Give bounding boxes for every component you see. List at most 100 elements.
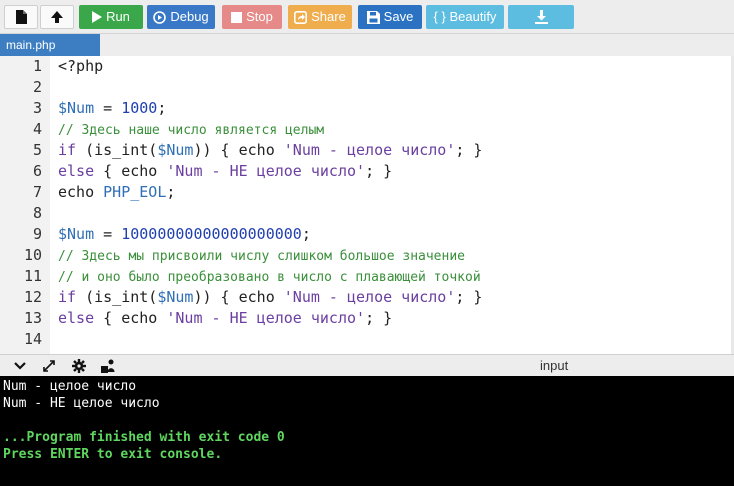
console-output[interactable]: Num - целое число Num - НЕ целое число...… [0,376,734,486]
line-number: 5 [32,141,42,159]
token-kw1: if [58,288,77,306]
token-p1: { echo [94,309,167,327]
console-line: ...Program finished with exit code 0 [3,430,285,445]
code-line[interactable]: 2 [0,77,734,98]
share-icon [294,10,308,24]
save-button[interactable]: Save [358,5,422,29]
code-line[interactable]: 11 // и оно было преобразовано в число с … [0,266,734,287]
token-str: 'Num - целое число' [283,288,456,306]
code-line[interactable]: 14 [0,329,734,350]
code-line[interactable]: 7 echo PHP_EOL; [0,182,734,203]
save-label: Save [383,9,414,24]
chevron-down-icon[interactable] [12,358,28,374]
line-number: 7 [32,183,42,201]
code-line[interactable]: 8 [0,203,734,224]
token-num-val: 1000 [121,99,158,117]
token-end: ; [301,225,311,243]
token-kw1: else [58,162,95,180]
beautify-label: { } Beautify [433,9,497,24]
code-line[interactable]: 6 else { echo 'Num - НЕ целое число'; } [0,161,734,182]
play-icon [92,11,103,23]
expand-icon[interactable] [41,358,57,374]
upload-icon [51,11,63,23]
beautify-button[interactable]: { } Beautify [426,5,504,29]
run-button[interactable]: Run [79,5,143,29]
stop-button[interactable]: Stop [222,5,282,29]
line-number: 9 [32,225,42,243]
line-number: 4 [32,120,42,138]
token-str: 'Num - целое число' [283,141,456,159]
token-code: <?php [58,57,104,75]
token-end: ; } [365,162,393,180]
save-icon [366,10,380,24]
token-var: $Num [157,141,194,159]
token-op: = [94,225,122,243]
token-var: $Num [58,99,95,117]
line-number: 6 [32,162,42,180]
gear-icon[interactable] [71,358,87,374]
stdin-user-icon[interactable] [100,358,116,374]
code-line[interactable]: 5 if (is_int($Num)) { echo 'Num - целое ч… [0,140,734,161]
line-number: 11 [23,267,42,285]
token-p1: (is_int( [76,288,158,306]
line-code: if (is_int($Num)) { echo 'Num - целое чи… [58,140,482,161]
line-code: // Здесь мы присвоили числу слишком боль… [58,245,465,267]
token-p1: { echo [94,162,167,180]
token-p2: )) { echo [193,288,284,306]
line-number: 3 [32,99,42,117]
code-line[interactable]: 3 $Num = 1000; [0,98,734,119]
share-button[interactable]: Share [288,5,352,29]
token-var: $Num [58,225,95,243]
code-line[interactable]: 9 $Num = 10000000000000000000; [0,224,734,245]
token-end: ; } [455,288,483,306]
code-line[interactable]: 10 // Здесь мы присвоили числу слишком бо… [0,245,734,266]
token-p2: )) { echo [193,141,284,159]
code-line[interactable]: 1 <?php [0,56,734,77]
input-label[interactable]: input [540,358,568,373]
token-op: = [94,99,122,117]
token-end: ; [157,99,167,117]
debug-icon [153,10,167,24]
token-kw1: if [58,141,77,159]
line-number: 14 [23,330,42,348]
line-number: 10 [23,246,42,264]
new-file-icon [16,10,27,24]
line-number: 2 [32,78,42,96]
share-label: Share [311,9,346,24]
download-icon [534,10,548,24]
code-editor[interactable]: 1 <?php 2 3 $Num = 1000; 4 // Здесь наше число… [0,56,734,354]
file-tab-main-php[interactable]: main.php [0,34,100,56]
line-number: 13 [23,309,42,327]
line-code: if (is_int($Num)) { echo 'Num - целое чи… [58,287,482,308]
line-code: // и оно было преобразовано в число с пл… [58,266,481,288]
line-number: 8 [32,204,42,222]
token-const: PHP_EOL [103,183,167,201]
code-line[interactable]: 4 // Здесь наше число является целым [0,119,734,140]
token-comment: // Здесь наше число является целым [58,123,325,138]
line-code: <?php [58,56,103,77]
stop-label: Stop [246,9,273,24]
token-str: 'Num - НЕ целое число' [166,162,366,180]
toolbar: Run Debug Stop Share Save { } Beautify [0,0,734,34]
new-file-button[interactable] [4,5,38,29]
run-label: Run [106,9,130,24]
code-line[interactable]: 13 else { echo 'Num - НЕ целое число'; } [0,308,734,329]
token-p1: echo [58,183,104,201]
download-button[interactable] [508,5,574,29]
line-code: $Num = 1000; [58,98,166,119]
debug-label: Debug [170,9,209,24]
console-line: Num - целое число [3,379,137,394]
line-code: $Num = 10000000000000000000; [58,224,311,245]
stop-icon [231,11,243,23]
file-tab-strip: main.php [0,34,734,56]
token-end: ; } [455,141,483,159]
line-number: 12 [23,288,42,306]
code-line[interactable]: 12 if (is_int($Num)) { echo 'Num - целое … [0,287,734,308]
token-kw1: else [58,309,95,327]
upload-button[interactable] [40,5,74,29]
debug-button[interactable]: Debug [147,5,215,29]
console-line: Num - НЕ целое число [3,396,160,411]
token-comment: // Здесь мы присвоили числу слишком боль… [58,249,465,264]
console-toolbar: input [0,354,734,376]
line-code: echo PHP_EOL; [58,182,175,203]
